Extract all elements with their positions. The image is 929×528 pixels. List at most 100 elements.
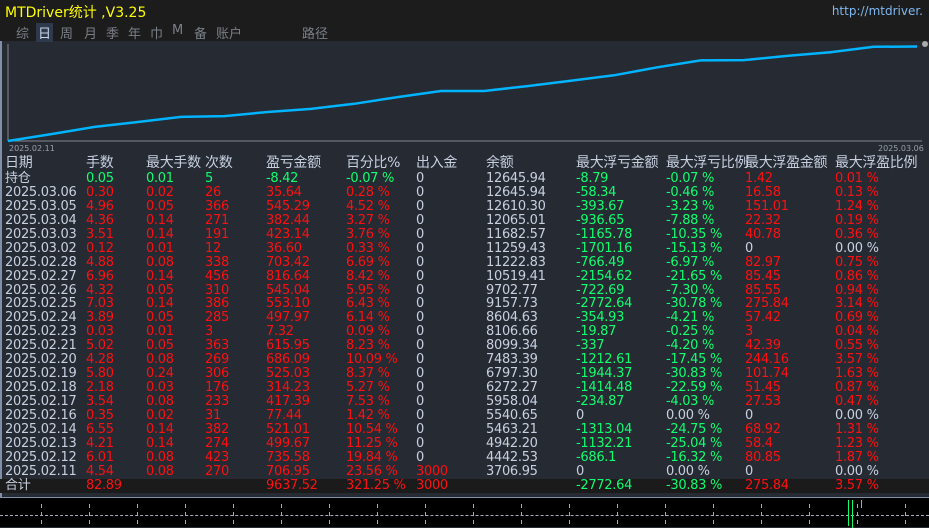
cell-col-0: 2025.02.18 [5,380,77,396]
cell-col-5: 7.53 % [346,394,390,409]
cell-col-8: -1165.78 [576,226,633,242]
cell-col-4: 36.60 [266,240,302,256]
chart-end-handle[interactable] [922,41,928,47]
cell-col-1: 4.88 [86,254,114,270]
cell-col-3: 382 [205,421,229,437]
cell-col-7: 12645.94 [486,171,546,186]
cell-col-0: 2025.03.03 [5,226,77,242]
cell-col-7: 5958.04 [486,394,538,409]
cell-col-11: 最大浮盈比例 [835,155,918,171]
cell-col-6: 0 [416,324,424,340]
grid-tick [473,504,474,526]
cell-col-0: 2025.03.04 [5,212,77,228]
cell-col-10: 68.92 [745,421,781,437]
grid-tick [713,504,714,526]
cell-col-5: 5.95 % [346,282,390,298]
tab-5[interactable]: 年 [126,23,143,42]
cell-col-11: 0.00 % [835,240,879,256]
cell-col-4: 545.04 [266,282,310,298]
cell-col-3: 386 [205,296,229,312]
cell-col-11: 3.57 % [835,477,879,493]
cell-col-3: 271 [205,212,229,228]
cell-col-8: -8.79 [576,171,609,186]
cell-col-6: 0 [416,198,424,214]
cell-col-9: -0.07 % [666,171,715,186]
cell-col-2: 0.14 [146,421,174,437]
tab-9[interactable]: 账户 [214,23,244,42]
table-row: 2025.02.26 4.32 0.05 310 545.04 5.95 % 0 9702.7… [0,282,929,298]
grid-tick [761,504,762,526]
cell-col-11: 0.04 % [835,324,879,340]
cell-col-11: 0.87 % [835,380,879,396]
cell-col-11: 1.87 % [835,449,879,465]
cell-col-8: -1212.61 [576,352,633,368]
cell-col-9: -3.23 % [666,198,715,214]
cell-col-10: 101.74 [745,366,789,382]
cell-col-8: -2772.64 [576,477,633,493]
cell-col-7: 12645.94 [486,184,546,200]
table-row: 2025.02.16 0.35 0.02 31 77.44 1.42 % 0 5540.65 0… [0,407,929,423]
cell-col-10: 51.45 [745,380,781,396]
tab-0[interactable]: 综 [14,23,31,42]
cell-col-9: -24.75 % [666,421,722,437]
cell-col-1: 5.02 [86,338,114,354]
cell-col-7: 4942.20 [486,435,538,451]
cell-col-4: 706.95 [266,463,310,479]
cell-col-8: -2772.64 [576,296,633,312]
cell-col-5: 11.25 % [346,435,398,451]
cell-col-7: 11222.83 [486,254,546,270]
cell-col-2: 0.24 [146,366,174,382]
cell-col-11: 0.00 % [835,407,879,423]
stats-table: 日期 手数 最大手数 次数 盈亏金额 百分比% 出入金 余额 最大浮亏金额 最大浮亏比例 最大浮盈金… [0,156,929,493]
green-marker [848,500,849,526]
cell-col-1: 手数 [86,155,114,171]
title-bar: MTDriver统计 ,V3.25 http://mtdriver. [0,0,929,22]
cell-col-0: 2025.02.19 [5,366,77,382]
cell-col-11: 1.31 % [835,421,879,437]
cell-col-1: 4.36 [86,212,114,228]
cell-col-3: 269 [205,352,229,368]
tab-2[interactable]: 周 [58,23,75,42]
cell-col-5: 6.14 % [346,310,390,326]
tab-4[interactable]: 季 [104,23,121,42]
cell-col-8: -686.1 [576,449,617,465]
tab-6[interactable]: 巾 [148,23,165,42]
cell-col-0: 2025.02.14 [5,421,77,437]
tab-1[interactable]: 日 [36,23,54,42]
website-link[interactable]: http://mtdriver. [832,4,923,18]
cell-col-0: 2025.02.17 [5,394,77,409]
table-row: 2025.03.06 0.30 0.02 26 35.64 0.28 % 0 12645.94… [0,184,929,200]
cell-col-3: 176 [205,380,229,396]
cell-col-10: 16.58 [745,184,781,200]
cell-col-5: -0.07 % [346,171,395,186]
table-row: 2025.02.18 2.18 0.03 176 314.23 5.27 % 0 6272.2… [0,381,929,395]
tab-8[interactable]: 备 [192,23,209,42]
cell-col-4: 7.32 [266,324,294,340]
cell-col-11: 0.00 % [835,463,879,479]
app-title: MTDriver统计 ,V3.25 [5,5,147,21]
cell-col-11: 0.69 % [835,310,879,326]
cell-col-6: 0 [416,212,424,228]
tab-7[interactable]: M [170,23,185,38]
cell-col-0: 2025.02.28 [5,254,77,270]
cell-col-1: 3.89 [86,310,114,326]
cell-col-10: 0 [745,463,753,479]
cell-col-4: 735.58 [266,449,310,465]
cell-col-1: 0.05 [86,171,114,186]
cell-col-7: 10519.41 [486,268,546,284]
cell-col-1: 0.30 [86,184,114,200]
cell-col-7: 12610.30 [486,198,546,214]
tab-3[interactable]: 月 [82,23,99,42]
cell-col-9: -30.83 % [666,366,722,382]
cell-col-7: 9702.77 [486,282,538,298]
table-row: 2025.02.27 6.96 0.14 456 816.64 8.42 % 0 10519.… [0,268,929,284]
cell-col-2: 0.14 [146,226,174,242]
tab-10[interactable]: 路径 [300,23,330,42]
cell-col-6: 0 [416,310,424,326]
cell-col-4: 382.44 [266,212,310,228]
cell-col-2: 0.05 [146,198,174,214]
cell-col-3: 285 [205,310,229,326]
cell-col-8: -936.65 [576,212,625,228]
cell-col-5: 6.43 % [346,296,390,312]
cell-col-9: -4.21 % [666,310,715,326]
